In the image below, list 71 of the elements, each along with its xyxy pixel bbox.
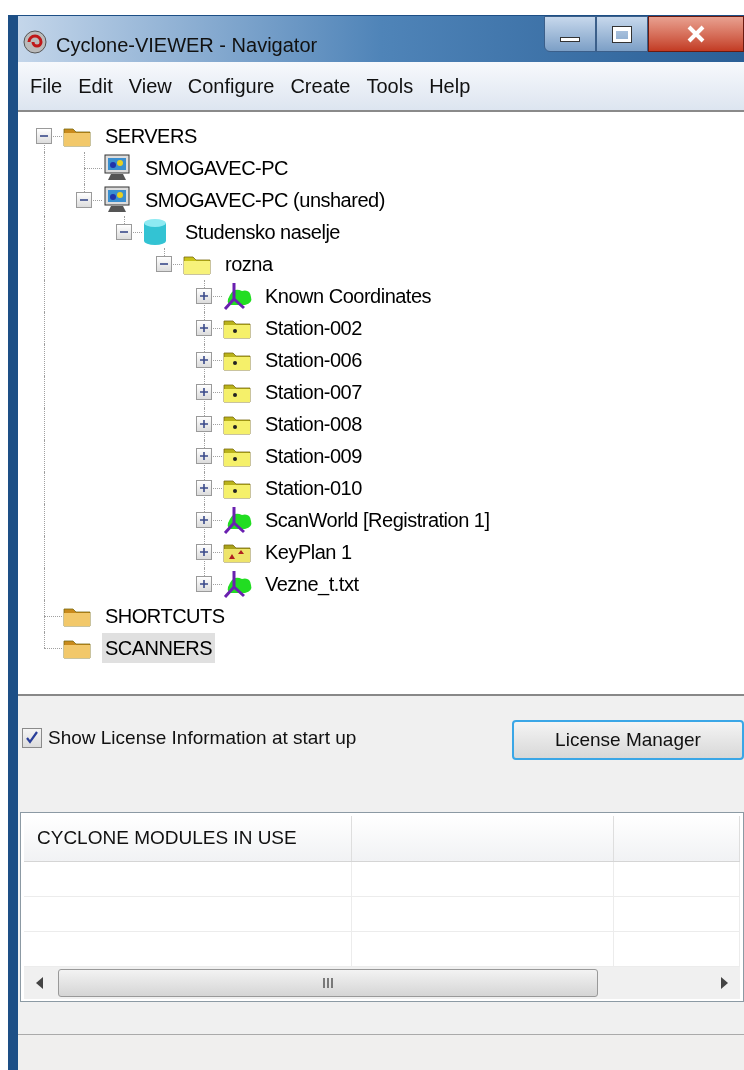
- license-manager-button[interactable]: License Manager: [512, 720, 744, 760]
- expand-toggle[interactable]: [196, 544, 212, 560]
- menu-item[interactable]: File: [22, 71, 71, 101]
- tree-item[interactable]: Station-007: [262, 377, 365, 407]
- expand-toggle[interactable]: [196, 512, 212, 528]
- plus-icon: [199, 419, 209, 429]
- expand-toggle[interactable]: [196, 448, 212, 464]
- minimize-icon: [560, 36, 580, 42]
- expand-toggle[interactable]: [196, 288, 212, 304]
- checkmark-icon: [25, 731, 39, 746]
- database-icon: [142, 217, 168, 247]
- scanworld-icon: [222, 505, 254, 535]
- scroll-right-icon[interactable]: [720, 977, 728, 989]
- menu-item[interactable]: Create: [282, 71, 359, 101]
- scroll-left-icon[interactable]: [36, 977, 44, 989]
- menu-item[interactable]: Edit: [70, 71, 121, 101]
- checkbox-label: Show License Information at start up: [48, 726, 357, 750]
- tree-item[interactable]: Station-006: [262, 345, 365, 375]
- plus-icon: [199, 579, 209, 589]
- computer-icon: [102, 153, 132, 183]
- expand-toggle[interactable]: [196, 576, 212, 592]
- checkbox[interactable]: [22, 728, 42, 749]
- grip-icon: [322, 978, 334, 988]
- tree-item[interactable]: SERVERS: [102, 121, 200, 151]
- close-button[interactable]: [648, 16, 744, 52]
- scanworld-icon: [222, 569, 254, 599]
- menu-item[interactable]: Configure: [179, 71, 283, 101]
- horizontal-scrollbar[interactable]: [24, 967, 740, 999]
- plus-icon: [199, 515, 209, 525]
- tree-item[interactable]: SCANNERS: [102, 633, 216, 663]
- plus-icon: [199, 323, 209, 333]
- plus-icon: [199, 547, 209, 557]
- tree-item[interactable]: Station-008: [262, 409, 365, 439]
- tree-item[interactable]: KeyPlan 1: [262, 537, 355, 567]
- plus-icon: [199, 355, 209, 365]
- plus-icon: [199, 387, 209, 397]
- close-icon: [686, 25, 706, 43]
- app-logo-icon: [22, 29, 48, 55]
- minimize-button[interactable]: [544, 16, 596, 52]
- plus-icon: [199, 451, 209, 461]
- maximize-button[interactable]: [596, 16, 648, 52]
- expand-toggle[interactable]: [156, 256, 172, 272]
- tree-item[interactable]: rozna: [222, 249, 276, 279]
- expand-toggle[interactable]: [196, 320, 212, 336]
- expand-toggle[interactable]: [196, 480, 212, 496]
- tree-item[interactable]: ScanWorld [Registration 1]: [262, 505, 493, 535]
- tree-item[interactable]: SMOGAVEC-PC: [142, 153, 292, 183]
- scanworld-icon: [222, 281, 254, 311]
- tree-item[interactable]: Station-009: [262, 441, 365, 471]
- expand-toggle[interactable]: [196, 416, 212, 432]
- window-title: Cyclone-VIEWER - Navigator: [56, 33, 318, 58]
- maximize-icon: [613, 26, 631, 42]
- expand-toggle[interactable]: [196, 352, 212, 368]
- expand-toggle[interactable]: [196, 384, 212, 400]
- expand-toggle[interactable]: [36, 128, 52, 144]
- plus-icon: [199, 291, 209, 301]
- menu-item[interactable]: Tools: [358, 71, 422, 101]
- tree-item[interactable]: Studensko naselje: [182, 217, 343, 247]
- tree-item[interactable]: SMOGAVEC-PC (unshared): [142, 185, 388, 215]
- menu-item[interactable]: Help: [421, 71, 479, 101]
- scrollbar-thumb[interactable]: [58, 969, 598, 997]
- tree-item[interactable]: SHORTCUTS: [102, 601, 228, 631]
- expand-toggle[interactable]: [116, 224, 132, 240]
- tree-item[interactable]: Vezne_t.txt: [262, 569, 362, 599]
- tree-item[interactable]: Station-002: [262, 313, 365, 343]
- menu-item[interactable]: View: [120, 71, 180, 101]
- tree-item[interactable]: Station-010: [262, 473, 365, 503]
- expand-toggle[interactable]: [76, 192, 92, 208]
- computer-icon: [102, 185, 132, 215]
- tree-item[interactable]: Known Coordinates: [262, 281, 435, 311]
- plus-icon: [199, 483, 209, 493]
